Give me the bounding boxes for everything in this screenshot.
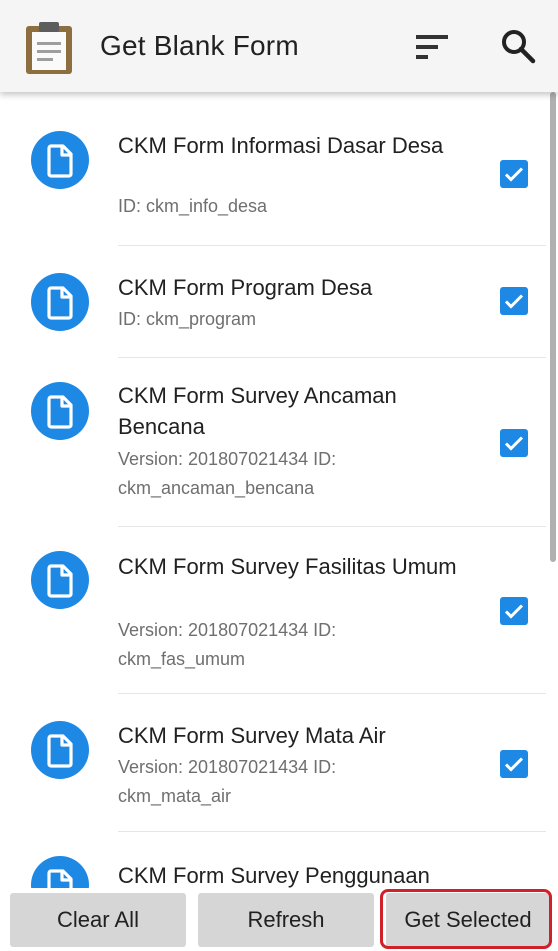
- checkmark-icon: [504, 167, 524, 182]
- list-item[interactable]: CKM Form Survey Fasilitas Umum Version: …: [0, 527, 558, 694]
- get-selected-button[interactable]: Get Selected: [386, 893, 550, 947]
- checkmark-icon: [504, 757, 524, 772]
- app-title: Get Blank Form: [100, 30, 299, 61]
- list-item[interactable]: CKM Form Survey Mata Air Version: 201807…: [0, 694, 558, 832]
- document-icon: [31, 856, 89, 888]
- form-checkbox[interactable]: [500, 287, 528, 315]
- document-icon: [31, 551, 89, 609]
- list-item[interactable]: CKM Form Informasi Dasar Desa ID: ckm_in…: [0, 92, 558, 246]
- form-subtitle: ID: ckm_info_desa: [118, 196, 268, 216]
- list-item[interactable]: CKM Form Program Desa ID: ckm_program: [0, 246, 558, 358]
- form-subtitle: Version: 201807021434 ID: ckm_mata_air: [118, 757, 337, 806]
- checkmark-icon: [504, 436, 524, 451]
- document-icon: [31, 721, 89, 779]
- sort-icon[interactable]: [414, 31, 450, 63]
- form-checkbox[interactable]: [500, 750, 528, 778]
- document-icon: [31, 273, 89, 331]
- form-title: CKM Form Survey Mata Air: [118, 723, 386, 748]
- checkmark-icon: [504, 604, 524, 619]
- clipboard-icon: [26, 22, 72, 74]
- list-item[interactable]: CKM Form Survey Ancaman Bencana Version:…: [0, 358, 558, 527]
- form-title: CKM Form Survey Ancaman Bencana: [118, 383, 397, 439]
- checkmark-icon: [504, 294, 524, 309]
- bottom-button-bar: Clear All Refresh Get Selected: [0, 888, 558, 951]
- list-item[interactable]: CKM Form Survey Penggunaan: [0, 832, 558, 888]
- document-icon: [31, 382, 89, 440]
- form-checkbox[interactable]: [500, 429, 528, 457]
- form-title: CKM Form Informasi Dasar Desa: [118, 133, 444, 158]
- form-title: CKM Form Survey Penggunaan: [118, 863, 430, 888]
- clear-all-button[interactable]: Clear All: [10, 893, 186, 947]
- form-list[interactable]: CKM Form Informasi Dasar Desa ID: ckm_in…: [0, 92, 558, 888]
- form-checkbox[interactable]: [500, 597, 528, 625]
- form-title: CKM Form Survey Fasilitas Umum: [118, 554, 457, 579]
- form-title: CKM Form Program Desa: [118, 275, 373, 300]
- form-subtitle: Version: 201807021434 ID: ckm_fas_umum: [118, 620, 337, 669]
- app-bar: Get Blank Form: [0, 0, 558, 92]
- search-icon[interactable]: [500, 28, 536, 64]
- document-icon: [31, 131, 89, 189]
- scrollbar[interactable]: [550, 92, 556, 562]
- form-subtitle: Version: 201807021434 ID: ckm_ancaman_be…: [118, 449, 337, 498]
- refresh-button[interactable]: Refresh: [198, 893, 374, 947]
- form-checkbox[interactable]: [500, 160, 528, 188]
- form-subtitle: ID: ckm_program: [118, 309, 257, 329]
